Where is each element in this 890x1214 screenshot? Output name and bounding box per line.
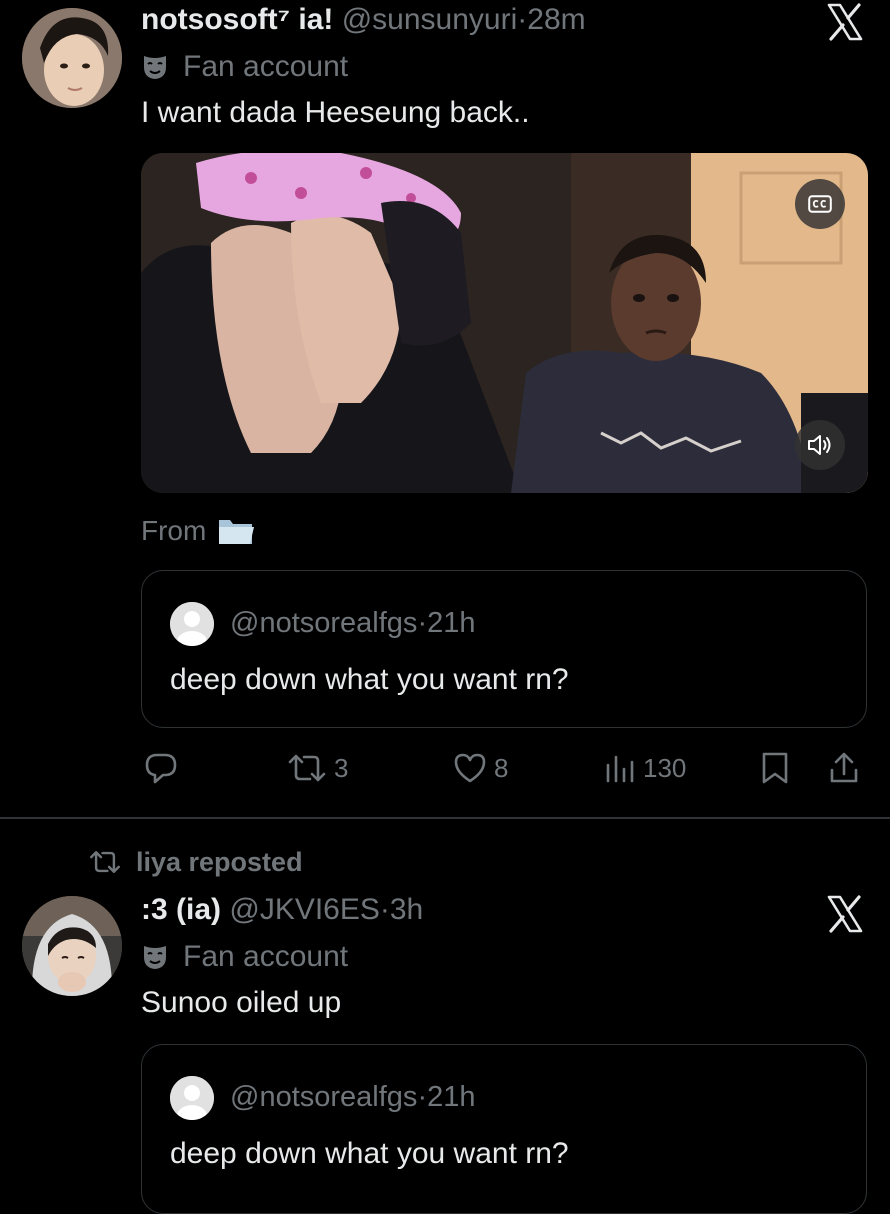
- timestamp[interactable]: 3h: [390, 893, 423, 926]
- view-count: 130: [643, 752, 687, 783]
- bookmark-button[interactable]: [758, 745, 792, 791]
- fan-account-label: Fan account: [141, 939, 348, 975]
- tweet-1[interactable]: notsosoft⁷ ia! @sunsunyuri·28m Fan accou…: [0, 0, 890, 817]
- timestamp[interactable]: 28m: [527, 3, 585, 36]
- quoted-timestamp[interactable]: 21h: [427, 607, 475, 639]
- separator-dot: ·: [417, 607, 428, 639]
- tweet-text: I want dada Heeseung back..: [141, 96, 530, 129]
- tweet-divider: [0, 817, 890, 819]
- quoted-text: deep down what you want rn?: [170, 663, 569, 696]
- volume-button[interactable]: [795, 420, 845, 470]
- action-bar: 3 8 130: [0, 745, 890, 791]
- fan-account-label: Fan account: [141, 49, 348, 85]
- repost-banner[interactable]: liya reposted: [88, 845, 303, 879]
- label-text: Fan account: [183, 50, 349, 83]
- author-avatar[interactable]: [22, 896, 122, 996]
- display-name[interactable]: :3 (ia): [141, 893, 221, 926]
- display-name[interactable]: notsosoft⁷ ia!: [141, 3, 333, 36]
- quoted-text: deep down what you want rn?: [170, 1137, 569, 1170]
- speaker-icon: [808, 435, 831, 455]
- from-attribution[interactable]: From: [141, 514, 256, 548]
- tweet-2[interactable]: :3 (ia) @JKVI6ES·3h Fan account Sunoo oi…: [0, 880, 890, 1214]
- closed-captions-icon: [808, 195, 832, 213]
- tweet-text: Sunoo oiled up: [141, 986, 342, 1019]
- label-text: Fan account: [183, 940, 349, 973]
- repost-icon: [288, 754, 326, 782]
- tweet-header: :3 (ia) @JKVI6ES·3h: [141, 892, 423, 928]
- share-icon: [830, 752, 858, 783]
- share-button[interactable]: [827, 745, 861, 791]
- x-logo-icon[interactable]: [825, 894, 865, 934]
- like-count: 8: [494, 752, 509, 783]
- closed-captions-button[interactable]: [795, 179, 845, 229]
- video-player[interactable]: [141, 153, 868, 493]
- analytics-icon: [606, 755, 634, 783]
- user-handle[interactable]: @JKVI6ES: [229, 893, 380, 926]
- reply-icon: [145, 753, 177, 784]
- repost-banner-text: liya reposted: [136, 847, 303, 877]
- theater-mask-icon: [144, 946, 166, 969]
- video-frame: [141, 153, 868, 493]
- bookmark-icon: [762, 752, 788, 784]
- repost-button[interactable]: 3: [286, 745, 348, 791]
- quoted-avatar[interactable]: [170, 602, 214, 646]
- separator-dot: ·: [517, 3, 528, 36]
- separator-dot: ·: [417, 1081, 428, 1113]
- quoted-header: @notsorealfgs·21h: [230, 605, 476, 641]
- separator-dot: ·: [379, 893, 390, 926]
- quoted-tweet[interactable]: @notsorealfgs·21h deep down what you wan…: [141, 1044, 867, 1214]
- heart-icon: [454, 753, 486, 783]
- author-avatar[interactable]: [22, 8, 122, 108]
- quoted-handle[interactable]: @notsorealfgs: [230, 1081, 417, 1113]
- user-handle[interactable]: @sunsunyuri: [342, 3, 518, 36]
- reply-button[interactable]: [143, 745, 179, 791]
- folder-icon: [219, 520, 255, 544]
- quoted-handle[interactable]: @notsorealfgs: [230, 607, 417, 639]
- quoted-timestamp[interactable]: 21h: [427, 1081, 475, 1113]
- quoted-tweet[interactable]: @notsorealfgs·21h deep down what you wan…: [141, 570, 867, 728]
- theater-mask-icon: [144, 56, 166, 79]
- repost-count: 3: [334, 752, 349, 783]
- x-logo-icon[interactable]: [825, 2, 865, 42]
- tweet-header: notsosoft⁷ ia! @sunsunyuri·28m: [141, 2, 586, 38]
- like-button[interactable]: 8: [452, 745, 508, 791]
- repost-icon: [90, 851, 120, 873]
- quoted-avatar[interactable]: [170, 1076, 214, 1120]
- from-label: From: [141, 515, 207, 546]
- quoted-header: @notsorealfgs·21h: [230, 1079, 476, 1115]
- views-button[interactable]: 130: [603, 745, 686, 791]
